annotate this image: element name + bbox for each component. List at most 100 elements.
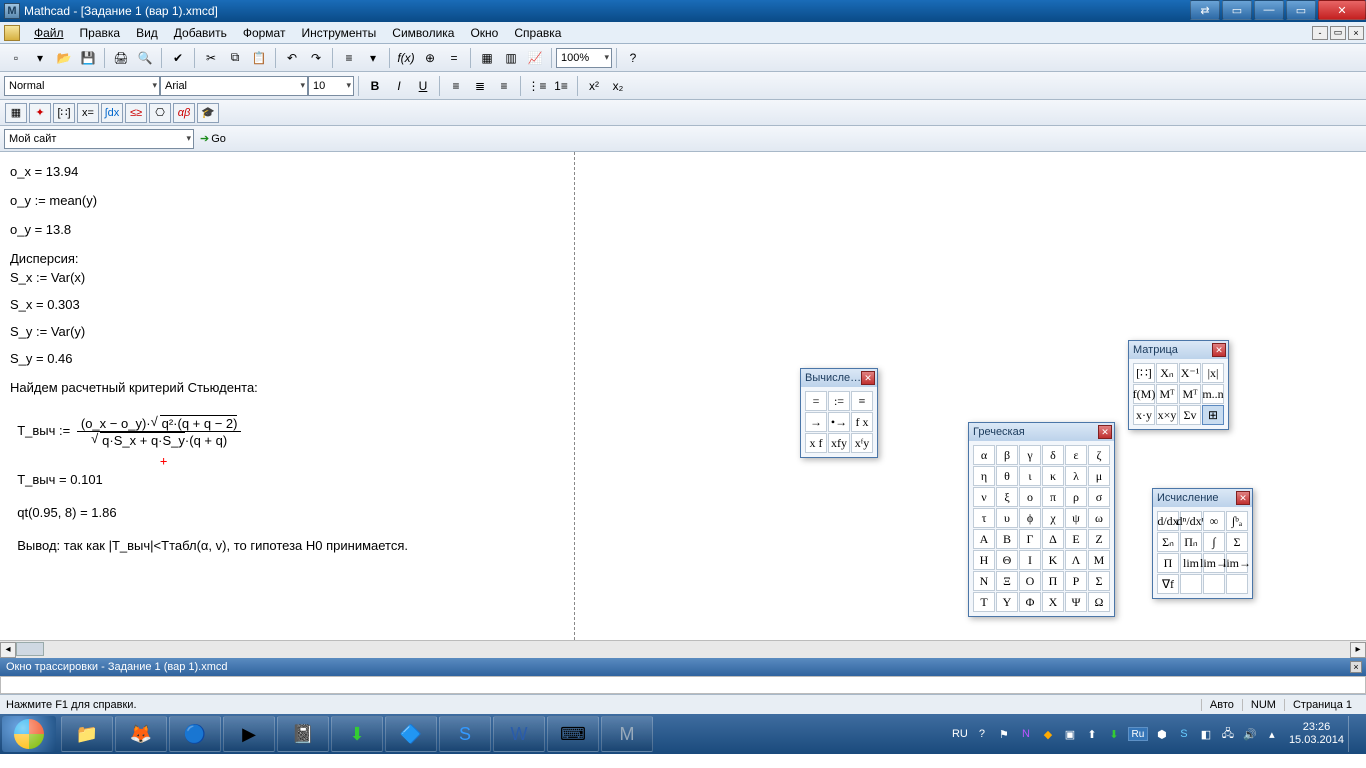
tray-app-icon[interactable]: ▣ (1061, 725, 1079, 743)
tray-clock[interactable]: 23:2615.03.2014 (1289, 721, 1344, 747)
menu-format[interactable]: Формат (235, 26, 294, 40)
style-dropdown[interactable]: Normal (4, 76, 160, 96)
tray-chevron-icon[interactable]: ▴ (1263, 725, 1281, 743)
palette-cell[interactable]: ε (1065, 445, 1087, 465)
palette-cell[interactable]: Ρ (1065, 571, 1087, 591)
minimize-button[interactable]: — (1254, 0, 1284, 20)
zoom-dropdown[interactable]: 100% (556, 48, 612, 68)
text-region[interactable]: Дисперсия: (10, 251, 1356, 266)
taskbar-chrome[interactable]: 🔵 (169, 716, 221, 752)
menu-help[interactable]: Справка (506, 26, 569, 40)
palette-cell[interactable]: dⁿ/dxⁿ (1180, 511, 1202, 531)
palette-cell[interactable]: •→ (828, 412, 850, 432)
menu-window[interactable]: Окно (462, 26, 506, 40)
expr[interactable]: o_y = 13.8 (10, 222, 1356, 237)
menu-file[interactable]: Файл (26, 26, 72, 40)
align-right-button[interactable]: ≡ (493, 75, 515, 97)
palette-cell[interactable]: ϕ (1019, 508, 1041, 528)
help-button[interactable]: ? (622, 47, 644, 69)
palette-cell[interactable]: xfy (828, 433, 850, 453)
eval-palette-button[interactable]: x= (77, 103, 99, 123)
cut-button[interactable]: ✂ (200, 47, 222, 69)
palette-cell[interactable]: m..n (1202, 384, 1224, 404)
palette-cell[interactable]: [∷] (1133, 363, 1155, 383)
palette-cell[interactable]: Σ (1088, 571, 1110, 591)
palette-cell[interactable]: X⁻¹ (1179, 363, 1201, 383)
palette-cell[interactable]: Ω (1088, 592, 1110, 612)
calculus-palette-window[interactable]: Исчисление✕ d/dxdⁿ/dxⁿ∞∫ᵇₐΣₙΠₙ∫ΣΠlimlim→… (1152, 488, 1253, 599)
palette-cell[interactable]: Β (996, 529, 1018, 549)
matrix-palette-window[interactable]: Матрица✕ [∷]XₙX⁻¹|x|f(M)MᵀMᵀm..nx·yx×yΣv… (1128, 340, 1229, 430)
open-button[interactable]: 📂 (53, 47, 75, 69)
expr[interactable]: S_x := Var(x) (10, 270, 1356, 285)
align-button[interactable]: ≡ (338, 47, 360, 69)
palette-cell[interactable]: Λ (1065, 550, 1087, 570)
component-button[interactable]: ▥ (500, 47, 522, 69)
number-button[interactable]: 1≡ (550, 75, 572, 97)
menu-symbolics[interactable]: Символика (384, 26, 462, 40)
redo-button[interactable]: ↷ (305, 47, 327, 69)
palette-cell[interactable] (1180, 574, 1202, 594)
italic-button[interactable]: I (388, 75, 410, 97)
palette-cell[interactable]: lim→ (1203, 553, 1225, 573)
new-dropdown[interactable]: ▾ (29, 47, 51, 69)
titlebar-extra-button2[interactable]: ▭ (1222, 0, 1252, 20)
evaluation-palette-window[interactable]: Вычисле…✕ =:=≡→•→f xx fxfyxᶠy (800, 368, 878, 458)
palette-cell[interactable]: ⊞ (1202, 405, 1224, 425)
taskbar-firefox[interactable]: 🦊 (115, 716, 167, 752)
palette-cell[interactable]: Ι (1019, 550, 1041, 570)
region-button[interactable]: ▦ (476, 47, 498, 69)
greek-palette-button[interactable]: αβ (173, 103, 195, 123)
horizontal-scrollbar[interactable]: ◂ ▸ (0, 640, 1366, 658)
tray-lang-button[interactable]: Ru (1128, 727, 1148, 741)
palette-cell[interactable]: f(M) (1133, 384, 1155, 404)
palette-cell[interactable]: Π (1042, 571, 1064, 591)
graph-palette-button[interactable]: ✦ (29, 103, 51, 123)
palette-cell[interactable]: Φ (1019, 592, 1041, 612)
palette-cell[interactable]: → (805, 412, 827, 432)
undo-button[interactable]: ↶ (281, 47, 303, 69)
palette-cell[interactable]: Ο (1019, 571, 1041, 591)
palette-cell[interactable]: Γ (1019, 529, 1041, 549)
taskbar-app1[interactable]: 🔷 (385, 716, 437, 752)
tray-skype-icon[interactable]: S (1175, 725, 1193, 743)
close-button[interactable]: ✕ (1318, 0, 1366, 20)
titlebar-extra-button[interactable]: ⇄ (1190, 0, 1220, 20)
palette-cell[interactable]: ρ (1065, 487, 1087, 507)
tray-volume-icon[interactable]: 🔊 (1241, 725, 1259, 743)
palette-cell[interactable]: Δ (1042, 529, 1064, 549)
tray-app-icon[interactable]: ◧ (1197, 725, 1215, 743)
palette-cell[interactable]: Mᵀ (1156, 384, 1178, 404)
palette-cell[interactable]: Σ (1226, 532, 1248, 552)
palette-cell[interactable]: Ζ (1088, 529, 1110, 549)
boolean-palette-button[interactable]: ≤≥ (125, 103, 147, 123)
preview-button[interactable]: 🔍 (134, 47, 156, 69)
taskbar-utorrent[interactable]: ⬇ (331, 716, 383, 752)
palette-cell[interactable]: Μ (1088, 550, 1110, 570)
palette-cell[interactable]: η (973, 466, 995, 486)
new-button[interactable]: ▫ (5, 47, 27, 69)
menu-tools[interactable]: Инструменты (293, 26, 384, 40)
palette-cell[interactable]: Mᵀ (1179, 384, 1201, 404)
menu-insert[interactable]: Добавить (166, 26, 235, 40)
tray-app-icon[interactable]: ⬆ (1083, 725, 1101, 743)
symbolic-palette-button[interactable]: 🎓 (197, 103, 219, 123)
taskbar-keyboard[interactable]: ⌨ (547, 716, 599, 752)
palette-cell[interactable]: = (805, 391, 827, 411)
palette-cell[interactable]: ω (1088, 508, 1110, 528)
palette-cell[interactable]: Η (973, 550, 995, 570)
palette-cell[interactable]: |x| (1202, 363, 1224, 383)
subscript-button[interactable]: x₂ (607, 75, 629, 97)
palette-cell[interactable]: ∫ (1203, 532, 1225, 552)
align-left-button[interactable]: ≡ (445, 75, 467, 97)
greek-palette-window[interactable]: Греческая✕ αβγδεζηθικλμνξοπρστυϕχψωΑΒΓΔΕ… (968, 422, 1115, 617)
palette-cell[interactable]: λ (1065, 466, 1087, 486)
start-button[interactable] (2, 716, 56, 752)
palette-cell[interactable]: κ (1042, 466, 1064, 486)
program-palette-button[interactable]: ⎔ (149, 103, 171, 123)
palette-cell[interactable]: ≡ (851, 391, 873, 411)
palette-cell[interactable]: γ (1019, 445, 1041, 465)
bullet-button[interactable]: ⋮≡ (526, 75, 548, 97)
palette-cell[interactable]: ξ (996, 487, 1018, 507)
palette-cell[interactable]: Χ (1042, 592, 1064, 612)
